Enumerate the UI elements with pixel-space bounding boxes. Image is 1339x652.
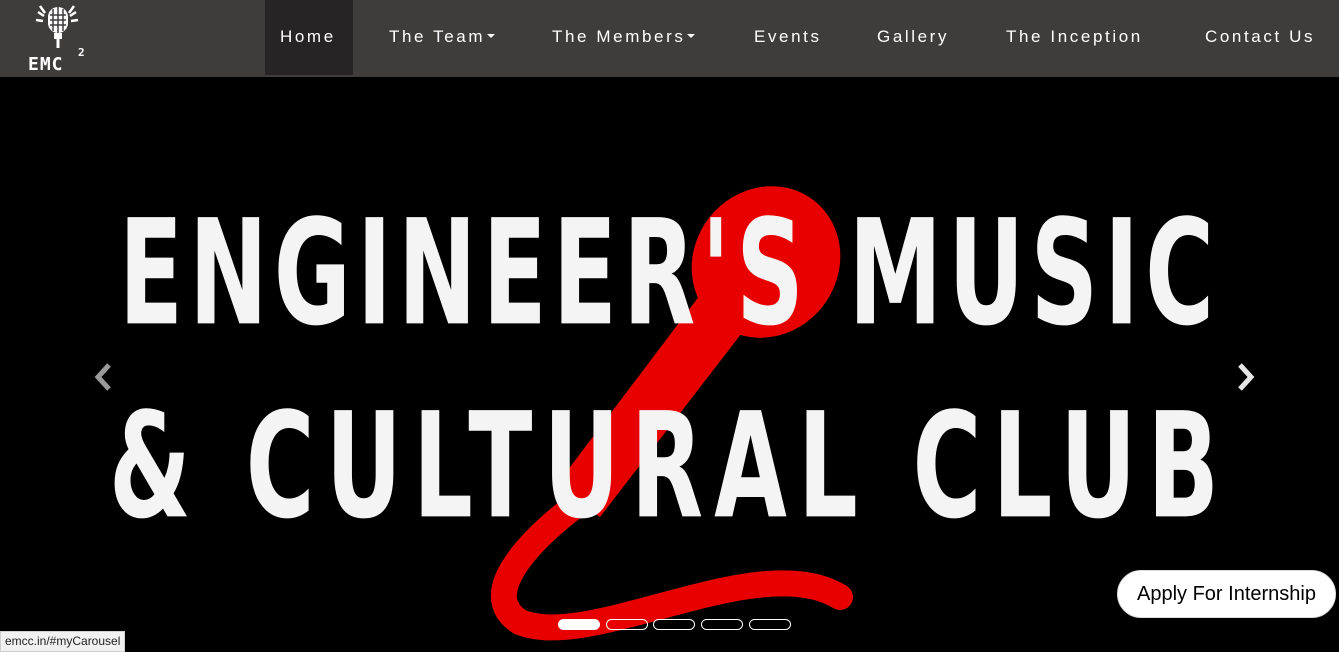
navbar: EMC 2 Home The Team The Members Events G… <box>0 0 1339 77</box>
logo-superscript: 2 <box>78 46 85 59</box>
nav-the-team[interactable]: The Team <box>389 0 496 75</box>
chevron-left-icon <box>94 363 111 391</box>
chevron-right-icon <box>1238 363 1255 391</box>
nav-the-inception[interactable]: The Inception <box>1006 0 1143 75</box>
carousel-indicator[interactable] <box>606 619 648 630</box>
nav-home[interactable]: Home <box>265 0 353 75</box>
caret-down-icon <box>687 34 696 39</box>
nav-label: The Team <box>389 27 486 46</box>
nav-label: The Members <box>552 27 686 46</box>
nav-gallery[interactable]: Gallery <box>877 0 949 75</box>
logo-text: EMC <box>28 54 64 75</box>
nav-label: Home <box>280 27 336 46</box>
microphone-logo-icon <box>35 5 79 48</box>
carousel-indicator[interactable] <box>749 619 791 630</box>
carousel-next-button[interactable] <box>1230 359 1260 395</box>
carousel-indicator[interactable] <box>653 619 695 630</box>
apply-for-internship-button[interactable]: Apply For Internship <box>1117 570 1336 618</box>
carousel-prev-button[interactable] <box>89 359 119 395</box>
hero-headline-line2: & CULTURAL CLUB <box>108 383 1231 552</box>
nav-label: Contact Us <box>1205 27 1316 46</box>
nav-label: The Inception <box>1006 27 1143 46</box>
caret-down-icon <box>487 34 496 39</box>
nav-contact-us[interactable]: Contact Us <box>1205 0 1315 75</box>
nav-label: Gallery <box>877 27 950 46</box>
brand-logo[interactable]: EMC 2 <box>24 4 96 75</box>
carousel-indicator[interactable] <box>701 619 743 630</box>
hero-carousel: ENGINEER'S MUSIC & CULTURAL CLUB <box>0 77 1339 652</box>
nav-label: Events <box>754 27 822 46</box>
browser-status-url: emcc.in/#myCarousel <box>0 631 126 652</box>
nav-events[interactable]: Events <box>754 0 822 75</box>
nav-the-members[interactable]: The Members <box>552 0 696 75</box>
hero-headline-line1: ENGINEER'S MUSIC <box>118 190 1221 359</box>
microphone-illustration <box>490 186 853 641</box>
carousel-indicator[interactable] <box>558 619 600 630</box>
